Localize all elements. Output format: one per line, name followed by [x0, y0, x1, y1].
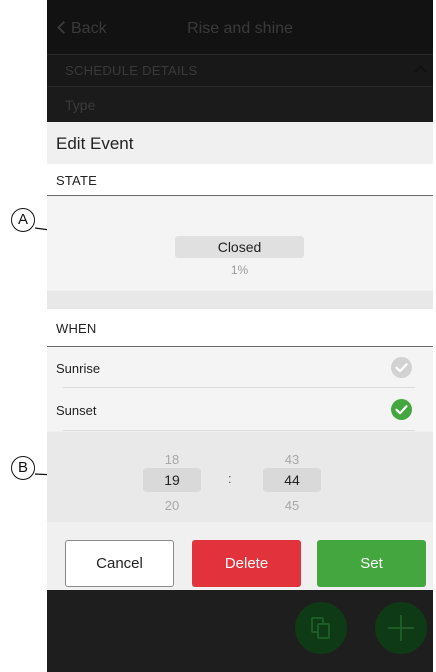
minute-prev[interactable]: 43 [263, 452, 321, 467]
when-option-sunrise[interactable]: Sunrise [47, 347, 433, 389]
hour-prev[interactable]: 18 [143, 452, 201, 467]
chevron-up-icon [414, 65, 427, 78]
state-area: Closed 1% [47, 197, 433, 291]
divider [63, 387, 415, 388]
callout-b: B [11, 456, 35, 480]
copy-icon-front [317, 623, 330, 639]
when-option-label: Sunset [56, 403, 97, 418]
divider [63, 430, 415, 431]
check-icon [391, 357, 412, 378]
minute-next[interactable]: 45 [263, 498, 321, 513]
when-section-header: WHEN [47, 309, 433, 347]
check-icon [391, 399, 412, 420]
app-header: Back Rise and shine [47, 0, 433, 58]
type-label: Type [65, 97, 96, 113]
page-title: Rise and shine [187, 20, 293, 37]
time-separator: : [228, 471, 232, 486]
schedule-details-label: SCHEDULE DETAILS [65, 63, 198, 78]
state-percent: 1% [230, 263, 249, 277]
edit-event-dialog: Edit Event STATE Closed 1% WHEN Sunrise … [47, 122, 433, 590]
hour-next[interactable]: 20 [143, 498, 201, 513]
add-fab-button[interactable] [375, 602, 427, 654]
when-option-sunset[interactable]: Sunset [47, 389, 433, 431]
plus-icon-vertical [400, 615, 402, 641]
callout-a: A [11, 208, 35, 232]
section-spacer [47, 291, 433, 309]
when-option-label: Sunrise [56, 361, 101, 376]
when-section-label: WHEN [56, 321, 97, 336]
state-section-label: STATE [56, 173, 97, 188]
phone-screen: Back Rise and shine SCHEDULE DETAILS Typ… [47, 0, 433, 672]
delete-button[interactable]: Delete [192, 540, 301, 587]
state-section-header: STATE [47, 164, 433, 196]
minute-selected[interactable]: 44 [263, 468, 321, 492]
state-button[interactable]: Closed [175, 236, 304, 258]
type-row[interactable]: Type [47, 86, 433, 122]
set-button[interactable]: Set [317, 540, 426, 587]
schedule-details-section[interactable]: SCHEDULE DETAILS [47, 54, 433, 86]
hour-selected[interactable]: 19 [143, 468, 201, 492]
cancel-button[interactable]: Cancel [65, 540, 174, 587]
dialog-title: Edit Event [56, 134, 134, 153]
time-picker: 18 19 20 : 43 44 45 [47, 432, 433, 522]
copy-fab-button[interactable] [295, 602, 347, 654]
